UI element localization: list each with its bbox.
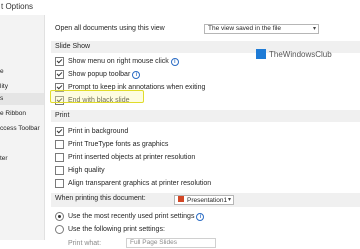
option-row[interactable]: Print TrueType fonts as graphics [55, 139, 168, 150]
open-docs-label: Open all documents using this view [55, 25, 165, 32]
checkbox[interactable] [55, 179, 64, 188]
sidebar-item[interactable]: lity [0, 81, 44, 93]
checkbox[interactable] [55, 153, 64, 162]
checkbox[interactable] [55, 70, 64, 79]
window-title: t Options [1, 2, 34, 11]
section-header-print: Print [51, 110, 360, 122]
option-label: Show menu on right mouse click [68, 58, 169, 65]
option-label: Print in background [68, 128, 129, 135]
options-sidebar: e lity s e Ribbon ccess Toolbar ter [0, 15, 45, 240]
option-row[interactable]: Show menu on right mouse click i [55, 56, 179, 67]
print-document-label: When printing this document: [55, 195, 146, 202]
sidebar-item-quick-access[interactable]: ccess Toolbar [0, 123, 44, 135]
sidebar-item[interactable]: ter [0, 153, 44, 165]
option-label: Print TrueType fonts as graphics [68, 141, 169, 148]
option-label: High quality [68, 167, 105, 174]
powerpoint-icon [178, 196, 184, 202]
option-label: Print inserted objects at printer resolu… [68, 154, 196, 161]
watermark-text: TheWindowsClub [269, 49, 332, 59]
radio-row[interactable]: Use the most recently used print setting… [55, 211, 205, 222]
highlight-box [50, 90, 144, 103]
option-label: Show popup toolbar [68, 71, 131, 78]
option-row[interactable]: Align transparent graphics at printer re… [55, 178, 211, 189]
radio-row[interactable]: Use the following print settings: [55, 224, 165, 235]
checkbox[interactable] [55, 127, 64, 136]
radio-button[interactable] [55, 225, 64, 234]
open-docs-dropdown[interactable]: The view saved in the file ▾ [204, 24, 319, 34]
open-docs-value: The view saved in the file [208, 25, 281, 32]
sidebar-item-advanced[interactable]: s [0, 93, 44, 105]
windows-club-logo-icon [256, 49, 266, 59]
radio-button[interactable] [55, 212, 64, 221]
print-what-value: Full Page Slides [130, 239, 177, 246]
print-what-label: Print what: [68, 240, 102, 247]
watermark-logo: TheWindowsClub [256, 47, 332, 61]
title-bar: t Options [0, 0, 360, 15]
option-row[interactable]: Print in background [55, 126, 128, 137]
option-row[interactable]: High quality [55, 165, 105, 176]
info-icon: i [196, 212, 205, 221]
document-name: Presentation1 [187, 197, 228, 204]
option-row[interactable]: Show popup toolbar i [55, 69, 141, 80]
info-icon: i [170, 57, 179, 66]
document-select[interactable]: Presentation1 ▾ [174, 195, 234, 205]
open-docs-row: Open all documents using this view [55, 23, 165, 34]
radio-label: Use the most recently used print setting… [68, 213, 195, 220]
option-row[interactable]: Print inserted objects at printer resolu… [55, 152, 195, 163]
checkbox[interactable] [55, 166, 64, 175]
checkbox[interactable] [55, 57, 64, 66]
option-label: Align transparent graphics at printer re… [68, 180, 212, 187]
info-icon: i [132, 70, 141, 79]
checkbox[interactable] [55, 140, 64, 149]
sidebar-item[interactable]: e [0, 66, 44, 78]
chevron-down-icon: ▾ [227, 197, 231, 203]
radio-label: Use the following print settings: [68, 226, 165, 233]
chevron-down-icon: ▾ [312, 26, 316, 32]
sidebar-item-customize-ribbon[interactable]: e Ribbon [0, 108, 44, 120]
